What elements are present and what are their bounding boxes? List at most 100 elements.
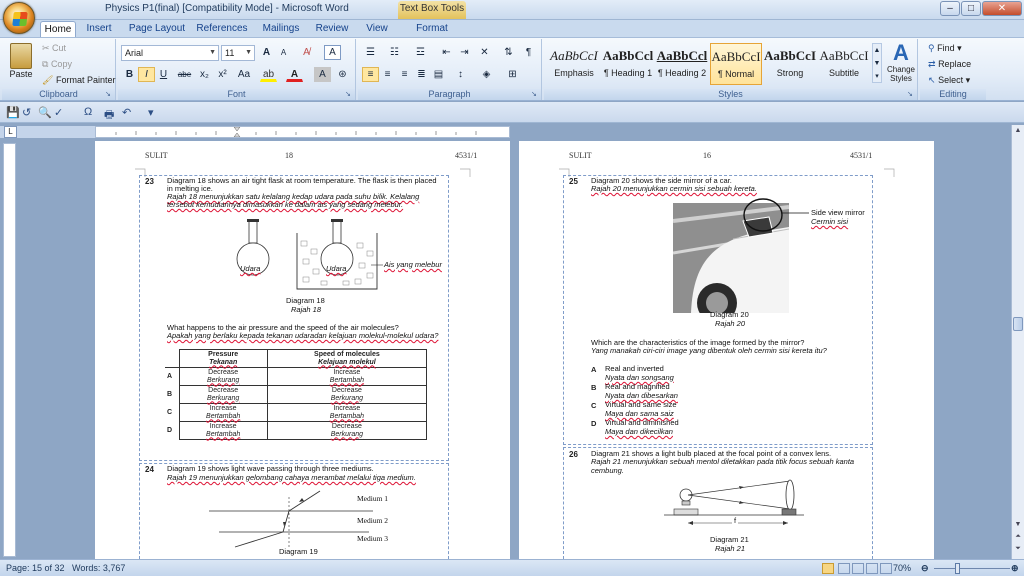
enclose-characters-icon[interactable]: ⊛ bbox=[334, 67, 351, 82]
word-count[interactable]: Words: 3,767 bbox=[72, 563, 125, 573]
highlight-icon[interactable]: ab bbox=[260, 67, 277, 82]
undo-typing-icon[interactable]: ↺ bbox=[22, 106, 31, 119]
cut-button[interactable]: ✂ Cut bbox=[42, 43, 66, 54]
numbering-icon[interactable]: ☷ bbox=[386, 45, 403, 60]
option-d-row[interactable]: D Increase Bertambah Decrease Berkurang bbox=[165, 421, 428, 440]
justify-icon[interactable]: ≣ bbox=[413, 67, 430, 82]
page-left[interactable]: SULIT 18 4531/1 23 Diagram 18 shows an a… bbox=[95, 141, 510, 559]
tab-selector[interactable]: L bbox=[4, 126, 17, 138]
scroll-down-icon[interactable]: ▼ bbox=[1013, 521, 1023, 531]
character-border-icon[interactable]: A bbox=[324, 45, 341, 60]
vertical-ruler[interactable] bbox=[3, 143, 16, 557]
replace-button[interactable]: ⇄ Replace bbox=[928, 59, 971, 70]
tab-review[interactable]: Review bbox=[312, 21, 352, 38]
increase-indent-icon[interactable]: ⇥ bbox=[456, 45, 473, 60]
style-strong[interactable]: AaBbCcI Strong bbox=[764, 43, 816, 85]
show-formatting-icon[interactable]: ¶ bbox=[520, 45, 537, 60]
shrink-font-button[interactable]: A bbox=[275, 45, 292, 60]
zoom-out-icon[interactable]: ⊖ bbox=[921, 563, 929, 574]
underline-button[interactable]: U bbox=[155, 67, 172, 82]
spelling-icon[interactable]: ✓ bbox=[54, 106, 63, 119]
clipboard-launcher[interactable]: ↘ bbox=[105, 91, 113, 99]
previous-page-icon[interactable]: ⏶ bbox=[1013, 533, 1023, 543]
close-button[interactable]: ✕ bbox=[982, 1, 1022, 16]
paste-button[interactable]: Paste bbox=[6, 41, 36, 85]
scroll-up-icon[interactable]: ▲ bbox=[1013, 127, 1023, 137]
tab-insert[interactable]: Insert bbox=[82, 21, 116, 38]
tab-mailings[interactable]: Mailings bbox=[258, 21, 304, 38]
vertical-scrollbar[interactable]: ▲ ▼ ⏶ ⏷ bbox=[1011, 125, 1024, 559]
print-preview-icon[interactable]: 🔍 bbox=[38, 106, 52, 119]
option-a-row[interactable]: A Decrease Berkurang Increase Bertambah bbox=[165, 367, 428, 386]
multilevel-list-icon[interactable]: ☲ bbox=[412, 45, 429, 60]
grow-font-button[interactable]: A bbox=[258, 45, 275, 60]
superscript-button[interactable]: x² bbox=[214, 67, 231, 82]
zoom-slider-thumb[interactable] bbox=[955, 563, 960, 574]
styles-scroll-icon[interactable]: ▲ ▼ ▾ bbox=[872, 43, 882, 83]
paintbrush-icon: 🖌 bbox=[42, 75, 54, 85]
option-c-row[interactable]: C Increase Bertambah Increase Bertambah bbox=[165, 403, 428, 422]
decrease-indent-icon[interactable]: ⇤ bbox=[438, 45, 455, 60]
option-b-row[interactable]: B Decrease Berkurang Decrease Berkurang bbox=[165, 385, 428, 404]
full-screen-reading-icon[interactable] bbox=[838, 563, 850, 574]
select-button[interactable]: ↖ Select ▾ bbox=[928, 75, 970, 86]
office-button[interactable] bbox=[3, 2, 35, 34]
tab-page-layout[interactable]: Page Layout bbox=[128, 21, 186, 38]
tab-view[interactable]: View bbox=[362, 21, 392, 38]
tab-format[interactable]: Format bbox=[414, 21, 450, 38]
italic-button[interactable]: I bbox=[138, 67, 155, 82]
change-styles-button[interactable]: A Change Styles bbox=[884, 41, 918, 84]
bold-button[interactable]: B bbox=[121, 67, 138, 82]
paragraph-launcher[interactable]: ↘ bbox=[531, 91, 539, 99]
clear-formatting-icon[interactable]: A̸ bbox=[298, 45, 315, 60]
style-emphasis[interactable]: AaBbCcI Emphasis bbox=[548, 43, 600, 85]
shading-icon[interactable]: ◈ bbox=[478, 67, 495, 82]
font-size-select[interactable]: 11 ▼ bbox=[221, 45, 255, 61]
find-button[interactable]: ⚲ Find ▾ bbox=[928, 43, 962, 54]
page-right[interactable]: SULIT 16 4531/1 25 Diagram 20 shows the … bbox=[519, 141, 934, 559]
font-name-select[interactable]: Arial ▼ bbox=[121, 45, 219, 61]
bullets-icon[interactable]: ☰ bbox=[362, 45, 379, 60]
page-count[interactable]: Page: 15 of 32 bbox=[6, 563, 65, 573]
change-case-button[interactable]: Aa bbox=[233, 67, 255, 82]
tab-references[interactable]: References bbox=[196, 21, 248, 38]
font-color-icon[interactable]: A bbox=[286, 67, 303, 82]
web-layout-icon[interactable] bbox=[852, 563, 864, 574]
copy-button[interactable]: ⧉ Copy bbox=[42, 59, 72, 70]
scroll-thumb[interactable] bbox=[1013, 317, 1023, 331]
zoom-level[interactable]: 70% bbox=[893, 563, 911, 573]
zoom-slider[interactable] bbox=[934, 568, 1010, 569]
style-subtitle[interactable]: AaBbCcI Subtitle bbox=[818, 43, 870, 85]
print-icon[interactable]: 🖶 bbox=[104, 106, 114, 125]
draft-view-icon[interactable] bbox=[880, 563, 892, 574]
save-icon[interactable]: 💾 bbox=[6, 106, 20, 119]
styles-launcher[interactable]: ↘ bbox=[907, 91, 915, 99]
undo-icon[interactable]: ↶ bbox=[122, 106, 131, 119]
strikethrough-button[interactable]: abe bbox=[176, 67, 193, 82]
symbol-icon[interactable]: Ω bbox=[84, 106, 92, 118]
align-right-icon[interactable]: ≡ bbox=[396, 67, 413, 82]
customize-qat-icon[interactable]: ▾ bbox=[148, 106, 154, 119]
line-spacing-icon[interactable]: ↕ bbox=[452, 67, 469, 82]
next-page-icon[interactable]: ⏷ bbox=[1013, 545, 1023, 555]
asian-layout-icon[interactable]: ✕ bbox=[476, 45, 493, 60]
align-left-icon[interactable]: ≡ bbox=[362, 67, 379, 82]
style-normal[interactable]: AaBbCcI ¶ Normal bbox=[710, 43, 762, 85]
align-center-icon[interactable]: ≡ bbox=[379, 67, 396, 82]
tab-home[interactable]: Home bbox=[40, 21, 76, 38]
sort-icon[interactable]: ⇅ bbox=[500, 45, 517, 60]
character-shading-icon[interactable]: A bbox=[314, 67, 331, 82]
font-launcher[interactable]: ↘ bbox=[345, 91, 353, 99]
print-layout-view-icon[interactable] bbox=[822, 563, 834, 574]
outline-view-icon[interactable] bbox=[866, 563, 878, 574]
horizontal-ruler[interactable] bbox=[95, 126, 510, 138]
distributed-icon[interactable]: ▤ bbox=[430, 67, 447, 82]
maximize-button[interactable]: □ bbox=[961, 1, 981, 16]
subscript-button[interactable]: x₂ bbox=[196, 67, 213, 82]
format-painter-button[interactable]: 🖌 Format Painter bbox=[42, 75, 115, 86]
zoom-in-icon[interactable]: ⊕ bbox=[1011, 563, 1019, 574]
minimize-button[interactable]: – bbox=[940, 1, 960, 16]
style-heading-1[interactable]: AaBbCcl ¶ Heading 1 bbox=[602, 43, 654, 85]
style-heading-2[interactable]: AaBbCcl ¶ Heading 2 bbox=[656, 43, 708, 85]
borders-icon[interactable]: ⊞ bbox=[504, 67, 521, 82]
